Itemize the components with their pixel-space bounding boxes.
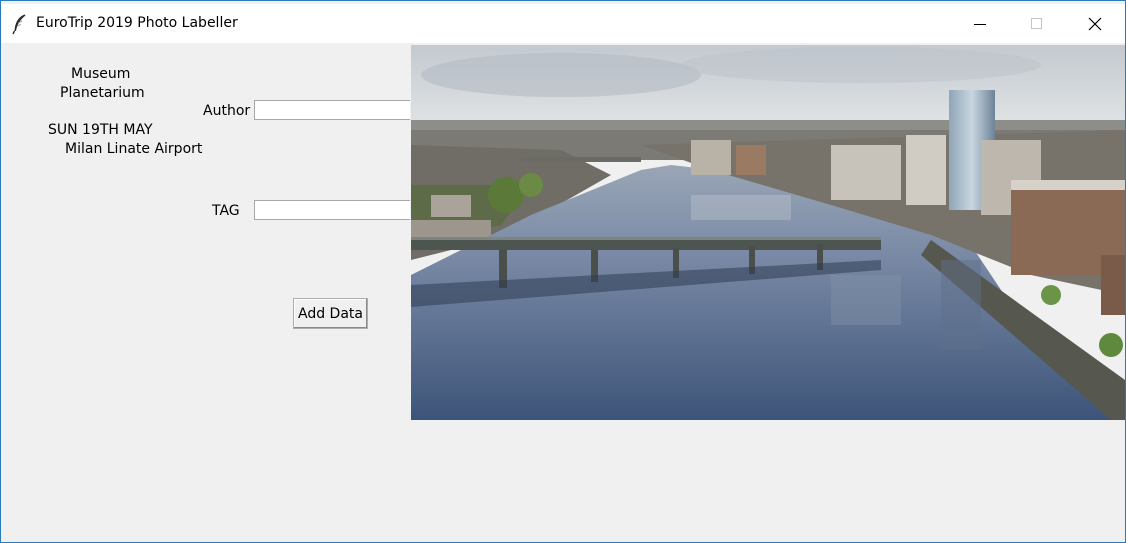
author-input[interactable]	[254, 100, 410, 120]
title-bar[interactable]: EuroTrip 2019 Photo Labeller	[1, 4, 1125, 43]
close-button[interactable]	[1072, 4, 1118, 43]
feather-icon	[12, 14, 26, 35]
tag-label: TAG	[212, 203, 240, 219]
maximize-icon	[1031, 17, 1042, 29]
info-line-planetarium: Planetarium	[60, 85, 145, 101]
photo-preview	[411, 45, 1125, 420]
maximize-button[interactable]	[1014, 4, 1060, 43]
minimize-icon	[974, 23, 986, 25]
close-icon	[1088, 17, 1102, 30]
app-window: EuroTrip 2019 Photo Labeller Museum Plan…	[0, 0, 1126, 543]
window-title: EuroTrip 2019 Photo Labeller	[36, 15, 238, 31]
minimize-button[interactable]	[957, 4, 1003, 43]
tag-input[interactable]	[254, 200, 410, 220]
info-location: Milan Linate Airport	[65, 141, 203, 157]
client-area: Museum Planetarium SUN 19TH MAY Milan Li…	[1, 43, 1125, 542]
info-line-museum: Museum	[71, 66, 131, 82]
author-label: Author	[203, 103, 251, 119]
river-city-photo	[411, 45, 1125, 420]
info-date: SUN 19TH MAY	[48, 122, 153, 138]
add-data-button[interactable]: Add Data	[293, 298, 368, 329]
